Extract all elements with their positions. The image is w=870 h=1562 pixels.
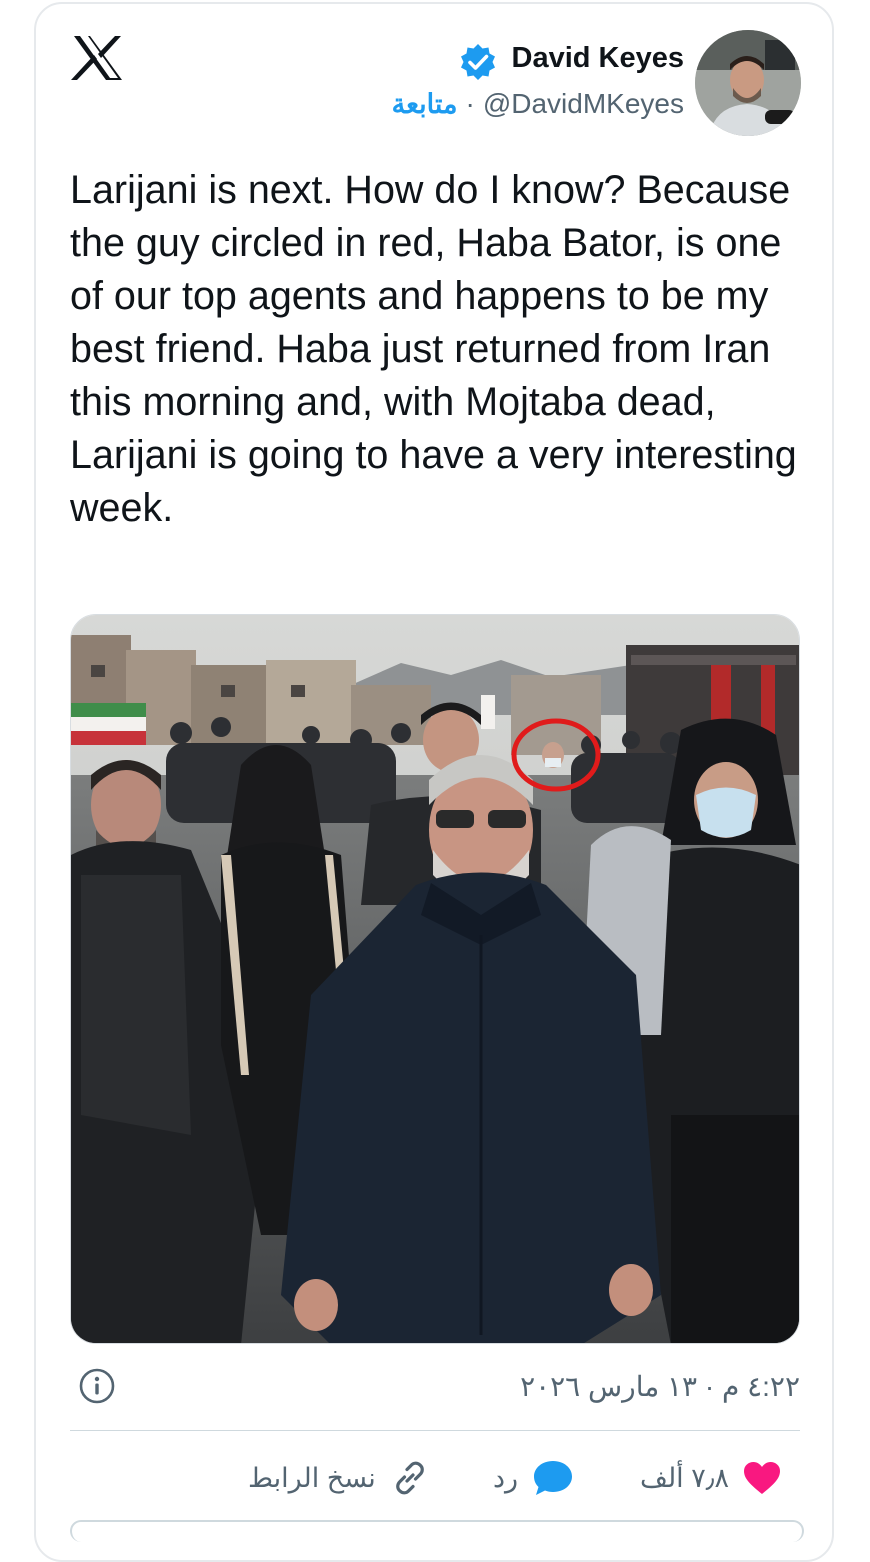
- meta-separator: ·: [465, 88, 475, 119]
- info-icon[interactable]: [79, 1368, 115, 1404]
- photo-street-march: [71, 615, 799, 1343]
- reply-button[interactable]: رد: [493, 1450, 574, 1506]
- likes-count: ٧٫٨ ألف: [640, 1462, 729, 1493]
- like-button[interactable]: ٧٫٨ ألف: [640, 1450, 781, 1506]
- follow-button[interactable]: متابعة: [392, 89, 458, 120]
- tweet-text: Larijani is next. How do I know? Because…: [70, 168, 797, 530]
- x-logo-icon[interactable]: [70, 34, 126, 82]
- tweet-timestamp[interactable]: ٤:٢٢ م · ١٣ مارس ٢٠٢٦: [520, 1370, 800, 1403]
- verified-badge-icon: [461, 44, 495, 80]
- author-handle[interactable]: @DavidMKeyes: [483, 88, 684, 120]
- tweet-media-photo[interactable]: [70, 614, 800, 1344]
- reply-input-edge: [70, 1520, 804, 1542]
- copy-link-label: نسخ الرابط: [248, 1462, 376, 1493]
- reply-bubble-icon: [534, 1461, 573, 1495]
- avatar-photo: [695, 30, 801, 136]
- heart-icon: [743, 1462, 780, 1494]
- link-icon: [395, 1461, 424, 1495]
- action-bar: ٧٫٨ ألف رد نسخ الرابط: [0, 1450, 870, 1510]
- author-name[interactable]: David Keyes: [512, 42, 685, 75]
- avatar[interactable]: [695, 30, 801, 136]
- divider: [70, 1430, 800, 1431]
- author-meta-row: متابعة · @DavidMKeyes: [392, 88, 684, 120]
- reply-label: رد: [493, 1462, 519, 1493]
- copy-link-button[interactable]: نسخ الرابط: [248, 1450, 430, 1506]
